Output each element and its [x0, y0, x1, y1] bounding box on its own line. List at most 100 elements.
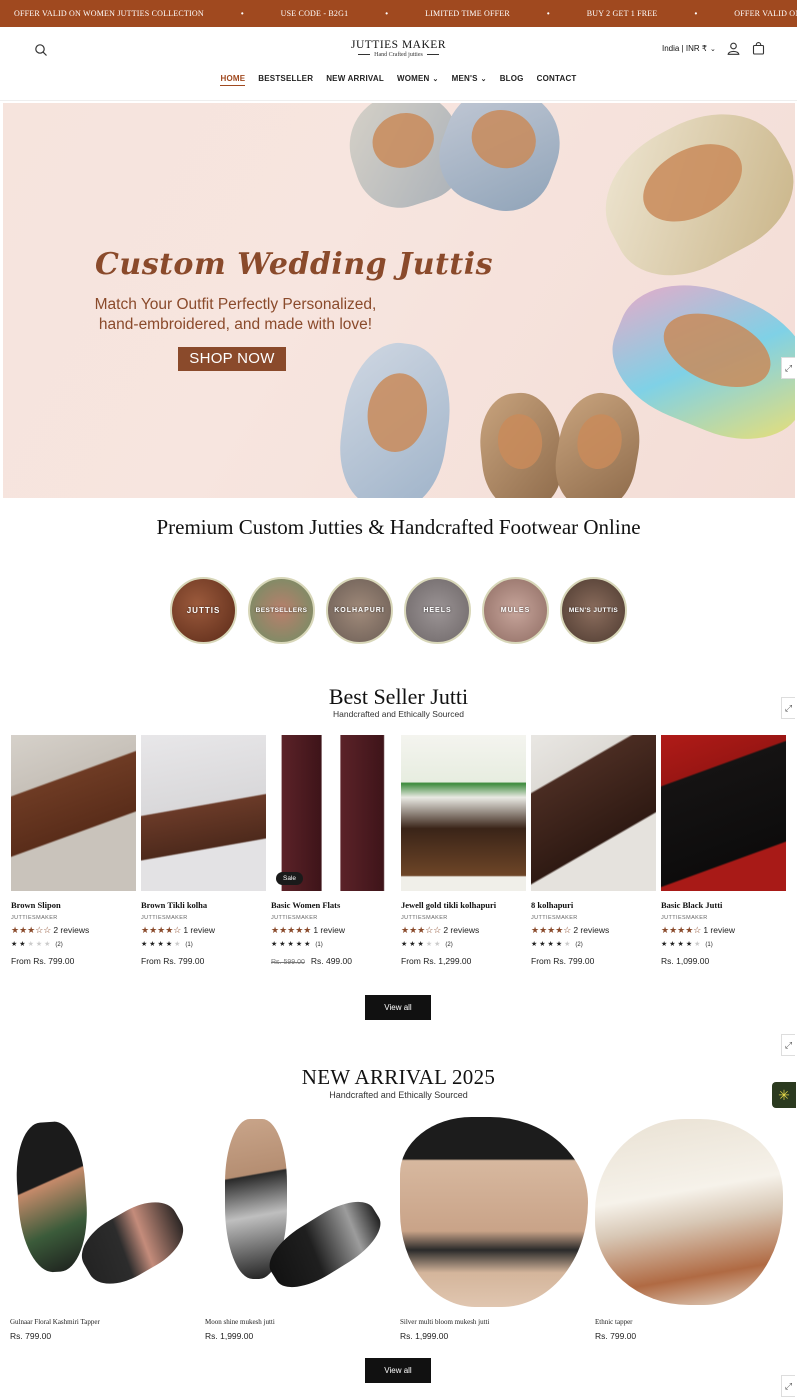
product-card[interactable]: Sale Basic Women Flats JUTTIESMAKER ★★★★…: [271, 735, 396, 966]
nav-women[interactable]: WOMEN ⌄: [397, 74, 439, 83]
category-heels[interactable]: HEELS: [404, 577, 471, 644]
product-rating: ★★★★★ 1 review: [271, 925, 396, 936]
product-name[interactable]: Basic Black Jutti: [661, 900, 786, 910]
announcement-text: LIMITED TIME OFFER: [425, 9, 510, 18]
product-price: From Rs. 799.00: [141, 956, 205, 966]
shop-now-button[interactable]: SHOP NOW: [178, 347, 286, 371]
product-name[interactable]: Moon shine mukesh jutti: [205, 1318, 393, 1326]
product-rating: ★★★★☆ 1 review: [661, 925, 786, 936]
product-image[interactable]: [10, 1117, 198, 1307]
product-card[interactable]: Brown Slipon JUTTIESMAKER ★★★☆☆ 2 reviews…: [11, 735, 136, 966]
product-card[interactable]: Ethnic tapper Rs. 799.00: [595, 1117, 783, 1341]
product-price: Rs. 1,999.00: [400, 1331, 449, 1341]
announcement-bar: OFFER VALID ON WOMEN JUTTIES COLLECTION …: [0, 0, 797, 27]
review-count[interactable]: 1 review: [183, 925, 215, 935]
cart-icon[interactable]: [752, 42, 765, 55]
nav-bestseller[interactable]: BESTSELLER: [258, 74, 313, 83]
old-price: Rs. 599.00: [271, 959, 305, 966]
chat-widget-icon[interactable]: ✳: [772, 1082, 796, 1108]
product-image[interactable]: Sale: [271, 735, 396, 891]
mini-review-count: (2): [55, 942, 63, 948]
product-price: Rs. 799.00: [595, 1331, 637, 1341]
product-name[interactable]: Brown Tikli kolha: [141, 900, 266, 910]
category-label: BESTSELLERS: [255, 607, 308, 614]
chevron-down-icon: ⌄: [709, 46, 716, 53]
category-label: KOLHAPURI: [334, 607, 385, 614]
product-image[interactable]: [661, 735, 786, 891]
side-tab-icon[interactable]: ⤢: [781, 1034, 795, 1056]
mini-rating: ★★★★★ (2): [401, 941, 453, 948]
hero-subtitle-line: hand-embroidered, and made with love!: [98, 316, 373, 333]
hero-banner[interactable]: Custom Wedding Juttis Match Your Outfit …: [3, 103, 795, 498]
nav-blog[interactable]: BLOG: [500, 74, 524, 83]
view-all-bestseller-button[interactable]: View all: [365, 995, 431, 1020]
side-tab-icon[interactable]: ⤢: [781, 1375, 795, 1397]
review-count[interactable]: 1 review: [703, 925, 735, 935]
category-bestsellers[interactable]: BESTSELLERS: [248, 577, 315, 644]
product-vendor: JUTTIESMAKER: [531, 915, 578, 921]
mini-rating: ★★★★★ (2): [11, 941, 63, 948]
product-card[interactable]: 8 kolhapuri JUTTIESMAKER ★★★★☆ 2 reviews …: [531, 735, 656, 966]
product-vendor: JUTTIESMAKER: [661, 915, 708, 921]
nav-mens-label: MEN'S: [451, 74, 478, 83]
product-name[interactable]: Brown Slipon: [11, 900, 136, 910]
hero-jutti-image: [548, 386, 648, 498]
product-rating: ★★★☆☆ 2 reviews: [401, 925, 526, 936]
review-count[interactable]: 2 reviews: [573, 925, 609, 935]
account-icon[interactable]: [727, 42, 740, 55]
product-card[interactable]: Silver multi bloom mukesh jutti Rs. 1,99…: [400, 1117, 588, 1341]
product-image[interactable]: [141, 735, 266, 891]
bestseller-subtitle: Handcrafted and Ethically Sourced: [333, 709, 464, 719]
locale-selector[interactable]: India | INR ₹ ⌄: [662, 44, 716, 53]
product-price: Rs. 1,099.00: [661, 956, 710, 966]
side-tab-icon[interactable]: ⤢: [781, 697, 795, 719]
bestseller-products: Brown Slipon JUTTIESMAKER ★★★☆☆ 2 reviews…: [11, 735, 786, 966]
category-kolhapuri[interactable]: KOLHAPURI: [326, 577, 393, 644]
product-card[interactable]: Basic Black Jutti JUTTIESMAKER ★★★★☆ 1 re…: [661, 735, 786, 966]
site-header: JUTTIES MAKER Hand Crafted jutties India…: [0, 27, 797, 101]
review-count[interactable]: 1 review: [313, 925, 345, 935]
category-juttis[interactable]: JUTTIS: [170, 577, 237, 644]
product-name[interactable]: Gulnaar Floral Kashmiri Tapper: [10, 1318, 198, 1326]
product-image[interactable]: [595, 1117, 783, 1307]
nav-contact[interactable]: CONTACT: [537, 74, 577, 83]
nav-new-arrival[interactable]: NEW ARRIVAL: [326, 74, 384, 83]
product-price: From Rs. 1,299.00: [401, 956, 472, 966]
product-image[interactable]: [205, 1117, 393, 1307]
new-arrival-subtitle: Handcrafted and Ethically Sourced: [329, 1090, 468, 1100]
new-arrival-products: Gulnaar Floral Kashmiri Tapper Rs. 799.0…: [10, 1117, 783, 1341]
product-name[interactable]: Basic Women Flats: [271, 900, 396, 910]
product-image[interactable]: [401, 735, 526, 891]
nav-home[interactable]: HOME: [220, 74, 246, 86]
nav-mens[interactable]: MEN'S ⌄: [452, 74, 487, 83]
product-card[interactable]: Moon shine mukesh jutti Rs. 1,999.00: [205, 1117, 393, 1341]
product-card[interactable]: Gulnaar Floral Kashmiri Tapper Rs. 799.0…: [10, 1117, 198, 1341]
chevron-down-icon: ⌄: [480, 76, 487, 83]
hero-jutti-image: [332, 336, 459, 498]
announcement-separator: •: [385, 9, 389, 18]
category-mules[interactable]: MULES: [482, 577, 549, 644]
category-label: HEELS: [423, 607, 452, 614]
product-image[interactable]: [400, 1117, 588, 1307]
product-image[interactable]: [531, 735, 656, 891]
product-card[interactable]: Brown Tikli kolha JUTTIESMAKER ★★★★☆ 1 re…: [141, 735, 266, 966]
product-card[interactable]: Jewell gold tikli kolhapuri JUTTIESMAKER…: [401, 735, 526, 966]
announcement-separator: •: [546, 9, 550, 18]
review-count[interactable]: 2 reviews: [443, 925, 479, 935]
locale-label: India | INR ₹: [662, 44, 707, 53]
product-name[interactable]: Jewell gold tikli kolhapuri: [401, 900, 526, 910]
mini-review-count: (1): [185, 942, 193, 948]
product-name[interactable]: Ethnic tapper: [595, 1318, 783, 1326]
review-count[interactable]: 2 reviews: [53, 925, 89, 935]
view-all-new-arrival-button[interactable]: View all: [365, 1358, 431, 1383]
category-mens-juttis[interactable]: MEN'S JUTTIS: [560, 577, 627, 644]
star-icons: ★★★☆☆: [11, 925, 52, 935]
hero-subtitle-line: Match Your Outfit Perfectly Personalized…: [94, 296, 377, 313]
hero-title: Custom Wedding Juttis: [95, 247, 494, 282]
product-image[interactable]: [11, 735, 136, 891]
product-name[interactable]: 8 kolhapuri: [531, 900, 656, 910]
product-name[interactable]: Silver multi bloom mukesh jutti: [400, 1318, 588, 1326]
main-nav: HOME BESTSELLER NEW ARRIVAL WOMEN ⌄ MEN'S…: [0, 74, 797, 86]
side-tab-icon[interactable]: ⤢: [781, 357, 795, 379]
premium-heading: Premium Custom Jutties & Handcrafted Foo…: [156, 515, 641, 539]
